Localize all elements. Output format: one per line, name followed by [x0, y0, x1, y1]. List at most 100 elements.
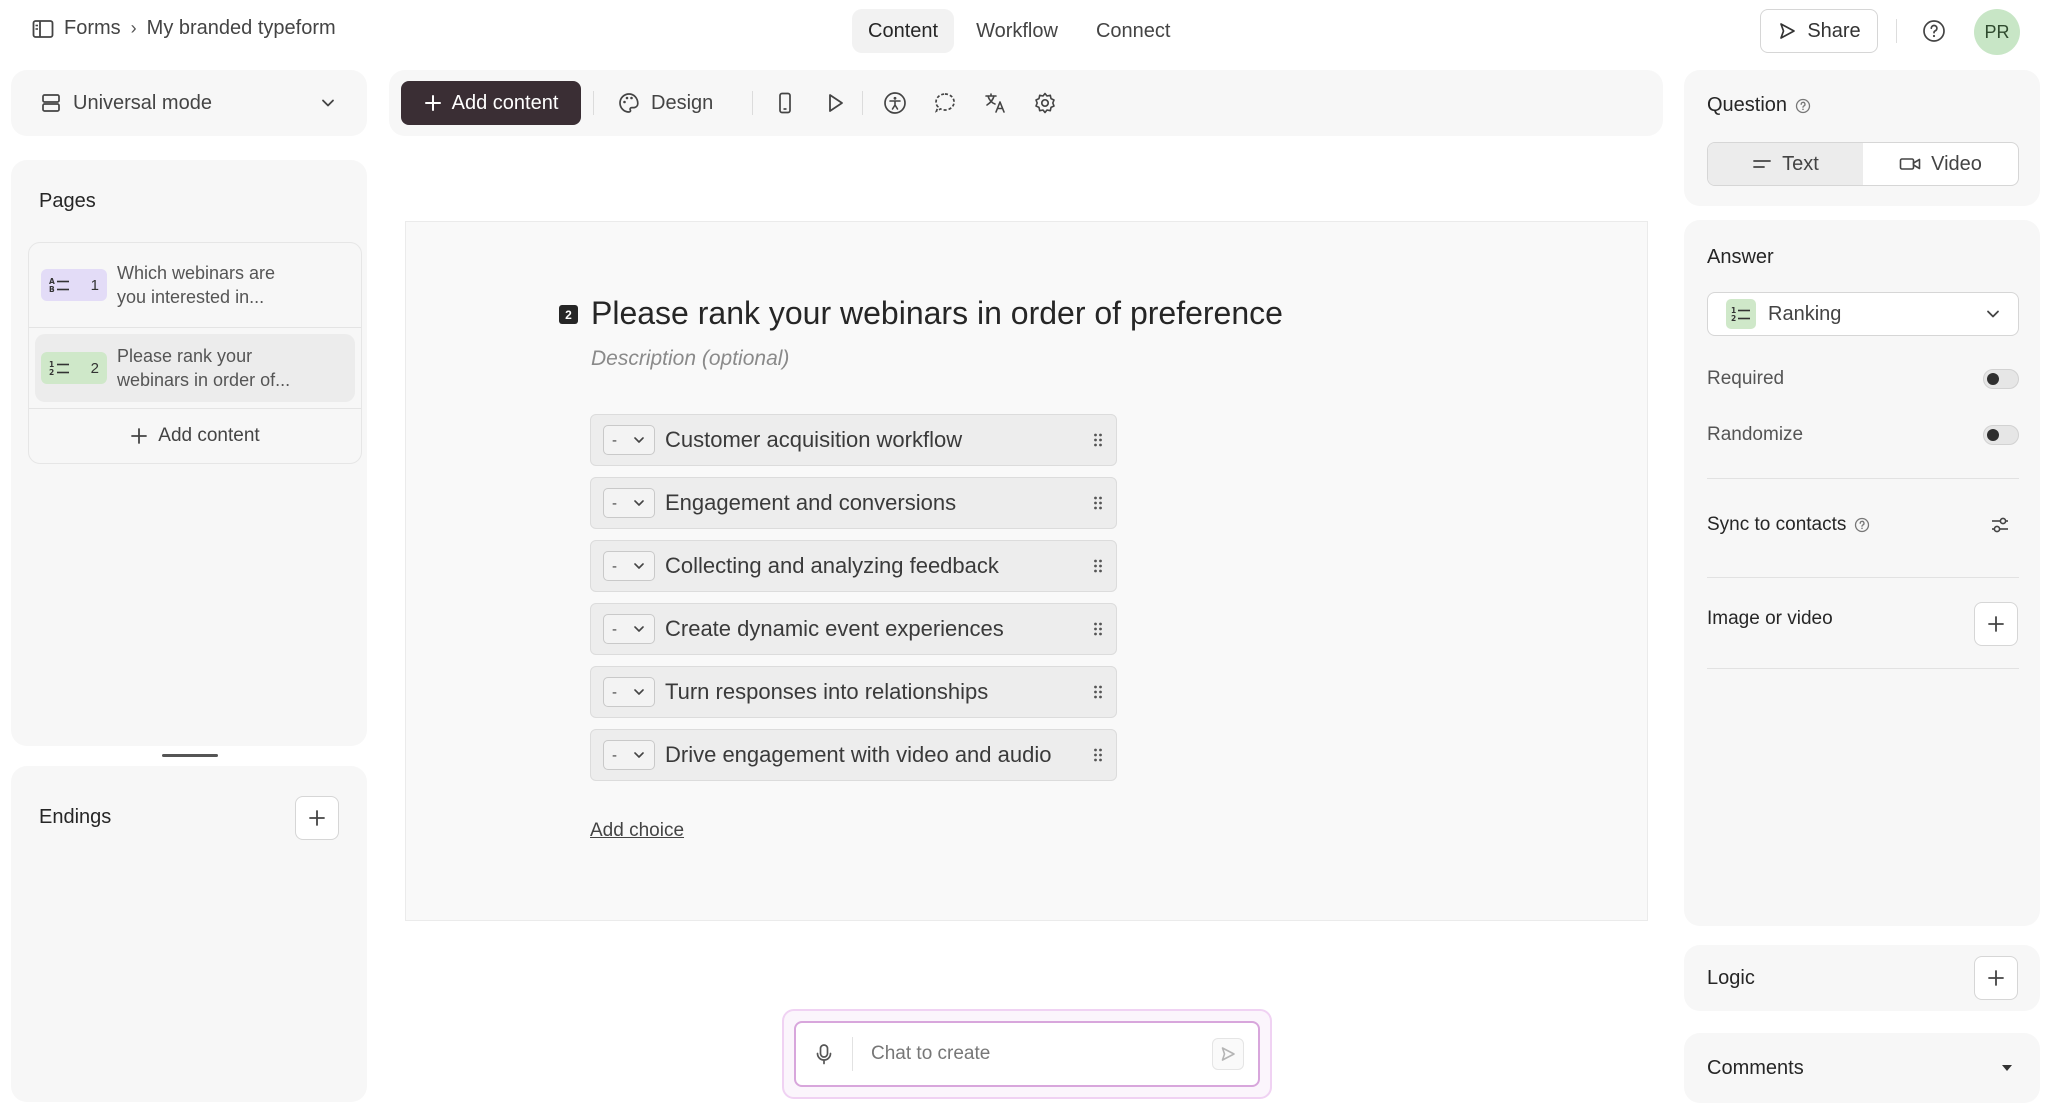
video-format-option[interactable]: Video	[1863, 143, 2018, 185]
share-button[interactable]: Share	[1760, 9, 1878, 53]
add-content-link[interactable]: Add content	[29, 409, 361, 463]
choice-item[interactable]: - Drive engagement with video and audio	[590, 729, 1117, 781]
mode-selector[interactable]: Universal mode	[11, 70, 367, 136]
add-logic-button[interactable]	[1974, 956, 2018, 1000]
translate-icon[interactable]	[983, 91, 1007, 115]
tab-connect[interactable]: Connect	[1080, 9, 1187, 53]
rank-select[interactable]: -	[603, 425, 655, 455]
accessibility-icon[interactable]	[883, 91, 907, 115]
avatar[interactable]: PR	[1974, 9, 2020, 55]
editor-toolbar: Add content Design	[389, 70, 1663, 136]
layout-icon	[41, 93, 61, 113]
drag-handle-icon[interactable]	[1092, 684, 1104, 700]
page-text: Please rank your webinars in order of...	[117, 344, 290, 392]
chat-bubble-icon[interactable]	[933, 91, 957, 115]
question-description[interactable]: Description (optional)	[591, 347, 789, 371]
drag-handle-icon[interactable]	[1092, 558, 1104, 574]
divider	[29, 327, 361, 328]
play-icon[interactable]	[823, 91, 847, 115]
pages-panel: Pages AB 1 Which webinars are you intere…	[11, 160, 367, 746]
choice-label[interactable]: Collecting and analyzing feedback	[665, 553, 1092, 579]
comments-label: Comments	[1707, 1057, 1804, 1079]
add-image-button[interactable]	[1974, 602, 2018, 646]
drag-handle-icon[interactable]	[1092, 495, 1104, 511]
drag-handle-icon[interactable]	[1092, 621, 1104, 637]
choice-item[interactable]: - Customer acquisition workflow	[590, 414, 1117, 466]
question-number-badge: 2	[559, 305, 578, 324]
pages-title: Pages	[39, 190, 96, 212]
choice-label[interactable]: Engagement and conversions	[665, 490, 1092, 516]
send-button[interactable]	[1212, 1038, 1244, 1070]
rank-value: -	[612, 683, 617, 701]
sync-contacts-label: Sync to contacts	[1707, 514, 1847, 535]
choice-item[interactable]: - Turn responses into relationships	[590, 666, 1117, 718]
tab-content[interactable]: Content	[852, 9, 955, 53]
design-button[interactable]: Design	[617, 81, 713, 125]
page-item-1[interactable]: AB 1 Which webinars are you interested i…	[29, 243, 361, 327]
drag-handle-icon[interactable]	[1092, 432, 1104, 448]
question-settings-title: Question	[1707, 94, 1788, 116]
add-ending-button[interactable]	[295, 796, 339, 840]
ranking-icon: 12	[49, 360, 71, 376]
comments-panel[interactable]: Comments	[1684, 1033, 2040, 1103]
choice-item[interactable]: - Engagement and conversions	[590, 477, 1117, 529]
answer-type-label: Ranking	[1768, 302, 1842, 325]
sliders-icon[interactable]	[1989, 514, 2011, 536]
breadcrumb-forms[interactable]: Forms	[64, 17, 121, 40]
choice-item[interactable]: - Create dynamic event experiences	[590, 603, 1117, 655]
choice-item[interactable]: - Collecting and analyzing feedback	[590, 540, 1117, 592]
rank-select[interactable]: -	[603, 488, 655, 518]
chat-input[interactable]: Chat to create	[853, 1043, 1212, 1065]
divider	[1896, 19, 1897, 43]
chevron-down-icon	[632, 685, 646, 699]
panel-resize-handle[interactable]	[162, 754, 218, 757]
text-format-option[interactable]: Text	[1708, 143, 1863, 185]
add-choice-link[interactable]: Add choice	[590, 820, 684, 842]
rank-select[interactable]: -	[603, 614, 655, 644]
main-tabs: Content Workflow Connect	[852, 9, 1186, 53]
choice-label[interactable]: Drive engagement with video and audio	[665, 742, 1092, 768]
randomize-toggle[interactable]	[1983, 425, 2019, 445]
microphone-icon[interactable]	[796, 1043, 852, 1065]
rank-select[interactable]: -	[603, 551, 655, 581]
answer-title: Answer	[1707, 246, 1774, 269]
choice-label[interactable]: Turn responses into relationships	[665, 679, 1092, 705]
sync-contacts-title: Sync to contacts	[1707, 514, 1870, 536]
caret-down-icon[interactable]	[2001, 1063, 2013, 1073]
image-video-label: Image or video	[1707, 608, 1833, 629]
required-row: Required	[1707, 368, 2019, 390]
question-settings-panel: Question Text Video	[1684, 70, 2040, 206]
page-text-line: you interested in...	[117, 287, 265, 307]
add-content-button[interactable]: Add content	[401, 81, 581, 125]
answer-type-select[interactable]: 12 Ranking	[1707, 292, 2019, 336]
mode-label: Universal mode	[73, 91, 212, 114]
mobile-preview-icon[interactable]	[773, 91, 797, 115]
info-icon[interactable]	[1854, 517, 1870, 533]
page-item-2[interactable]: 12 2 Please rank your webinars in order …	[35, 334, 355, 402]
rank-value: -	[612, 431, 617, 449]
gear-icon[interactable]	[1033, 91, 1057, 115]
rank-select[interactable]: -	[603, 740, 655, 770]
text-lines-icon	[1752, 157, 1772, 171]
chevron-down-icon	[632, 496, 646, 510]
palette-icon	[617, 91, 641, 115]
multiple-choice-icon: AB	[49, 277, 71, 293]
required-toggle[interactable]	[1983, 369, 2019, 389]
plus-icon	[424, 94, 442, 112]
help-icon[interactable]	[1922, 19, 1946, 43]
svg-text:2: 2	[49, 368, 54, 376]
rank-value: -	[612, 620, 617, 638]
forms-icon[interactable]	[32, 19, 54, 39]
divider	[1707, 668, 2019, 669]
page-text-line: webinars in order of...	[117, 370, 291, 390]
choice-label[interactable]: Create dynamic event experiences	[665, 616, 1092, 642]
question-title[interactable]: Please rank your webinars in order of pr…	[591, 295, 1283, 332]
divider	[593, 91, 594, 115]
rank-select[interactable]: -	[603, 677, 655, 707]
divider	[752, 91, 753, 115]
drag-handle-icon[interactable]	[1092, 747, 1104, 763]
choice-label[interactable]: Customer acquisition workflow	[665, 427, 1092, 453]
breadcrumb-current[interactable]: My branded typeform	[147, 17, 336, 40]
info-icon[interactable]	[1795, 98, 1811, 114]
tab-workflow[interactable]: Workflow	[960, 9, 1074, 53]
